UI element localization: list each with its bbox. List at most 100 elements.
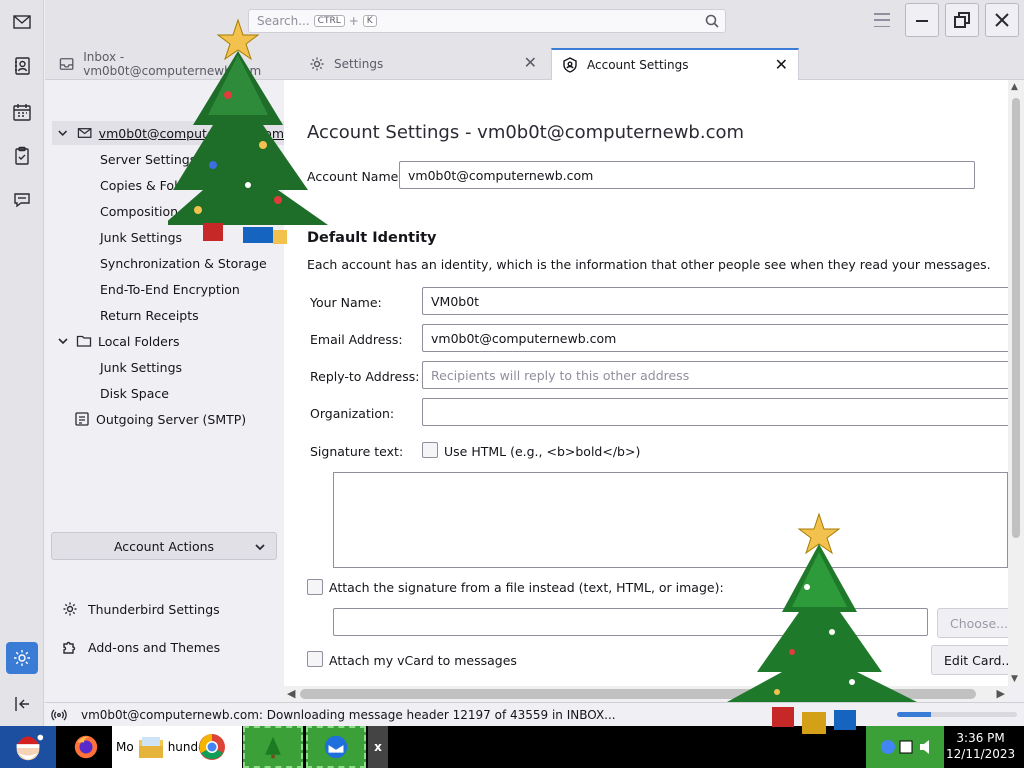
- default-identity-heading: Default Identity: [307, 230, 437, 246]
- search-icon: [705, 14, 719, 28]
- thunderbird-settings-link[interactable]: Thunderbird Settings: [62, 601, 220, 617]
- use-html-label: Use HTML (e.g., <b>bold</b>): [444, 444, 641, 459]
- tree-item-label: Synchronization & Storage: [100, 255, 267, 271]
- organization-input[interactable]: [422, 398, 1008, 426]
- scroll-down-arrow-icon[interactable]: ▼: [1011, 674, 1018, 684]
- scroll-left-arrow-icon[interactable]: ◀: [287, 687, 295, 700]
- attach-vcard-checkbox[interactable]: [307, 651, 323, 667]
- tree-item-return-receipts[interactable]: Return Receipts: [100, 303, 199, 327]
- tree-icon: [265, 736, 281, 759]
- close-tab-icon[interactable]: ✕: [524, 55, 537, 71]
- horizontal-scrollbar[interactable]: ◀ ▶: [284, 686, 1008, 702]
- taskbar: Mo hunde x 3:36 PM 12/11/2023: [0, 726, 1024, 768]
- scroll-up-arrow-icon[interactable]: ▲: [1011, 82, 1018, 92]
- app-menu-icon[interactable]: [874, 13, 890, 27]
- organization-label: Organization:: [310, 406, 395, 421]
- scroll-right-arrow-icon[interactable]: ▶: [997, 687, 1005, 700]
- tree-item-server-settings[interactable]: Server Settings: [100, 147, 196, 171]
- tree-item-smtp[interactable]: Outgoing Server (SMTP): [74, 407, 246, 431]
- tray-icons: [881, 740, 929, 754]
- tree-item-account[interactable]: vm0b0t@computernewb.com: [52, 121, 284, 145]
- puzzle-icon: [63, 641, 76, 654]
- identity-description: Each account has an identity, which is t…: [307, 257, 991, 272]
- tree-item-junk-settings[interactable]: Junk Settings: [100, 225, 182, 249]
- download-progress-bar: [897, 712, 1017, 717]
- your-name-input[interactable]: VM0b0t: [422, 287, 1008, 315]
- spaces-toolbar: [0, 0, 44, 726]
- shortcut-plus: +: [348, 14, 359, 28]
- account-actions-button[interactable]: Account Actions: [51, 532, 277, 560]
- mail-icon[interactable]: [6, 6, 38, 38]
- start-button[interactable]: [0, 726, 56, 768]
- minimize-icon: [916, 20, 928, 22]
- tree-item-e2e-encryption[interactable]: End-To-End Encryption: [100, 277, 240, 301]
- scroll-thumb[interactable]: [300, 689, 976, 699]
- use-html-checkbox[interactable]: [422, 442, 438, 458]
- tree-item-local-junk[interactable]: Junk Settings: [100, 355, 182, 379]
- close-tab-icon[interactable]: ✕: [775, 57, 788, 73]
- chevron-down-icon[interactable]: [56, 126, 69, 140]
- santa-start-icon: [16, 734, 44, 761]
- signature-textarea[interactable]: [333, 472, 1008, 568]
- account-name-input[interactable]: vm0b0t@computernewb.com: [399, 161, 975, 189]
- status-text: vm0b0t@computernewb.com: Downloading mes…: [81, 707, 616, 722]
- chat-icon[interactable]: [6, 184, 38, 216]
- chevron-down-icon[interactable]: [56, 334, 70, 348]
- settings-icon[interactable]: [6, 642, 38, 674]
- folder-icon: [76, 335, 92, 347]
- thunderbird-icon: [324, 735, 348, 759]
- tree-item-label: Disk Space: [100, 385, 169, 401]
- tab-settings[interactable]: Settings ✕: [299, 48, 547, 80]
- close-window-button[interactable]: [985, 3, 1019, 37]
- tree-item-composition[interactable]: Composition & Addressing: [100, 199, 265, 223]
- tree-item-label: Local Folders: [98, 333, 180, 349]
- account-settings-icon: [563, 57, 577, 73]
- tab-label: Inbox - vm0b0t@computernewb.com: [83, 50, 262, 78]
- signature-file-path-input[interactable]: [333, 608, 928, 636]
- reply-to-input[interactable]: Recipients will reply to this other addr…: [422, 361, 1008, 389]
- account-tree: vm0b0t@computernewb.com Server Settings …: [45, 80, 284, 702]
- tree-item-local-folders[interactable]: Local Folders: [56, 329, 180, 353]
- tasks-icon[interactable]: [6, 140, 38, 172]
- tab-inbox[interactable]: Inbox - vm0b0t@computernewb.com: [49, 48, 295, 80]
- close-icon: [995, 13, 1009, 27]
- minimize-button[interactable]: [905, 3, 939, 37]
- vertical-scrollbar[interactable]: ▲ ▼: [1008, 80, 1024, 686]
- taskbar-clock[interactable]: 3:36 PM 12/11/2023: [946, 730, 1015, 762]
- tree-item-disk-space[interactable]: Disk Space: [100, 381, 169, 405]
- tree-item-label: Composition & Addressing: [100, 203, 265, 219]
- account-name: vm0b0t@computernewb.com: [98, 125, 284, 141]
- close-taskbar-button[interactable]: x: [368, 726, 388, 768]
- tree-item-label: Copies & Folders: [100, 177, 205, 193]
- tree-item-label: Junk Settings: [100, 229, 183, 245]
- scroll-thumb[interactable]: [1012, 98, 1020, 538]
- tree-item-copies-folders[interactable]: Copies & Folders: [100, 173, 205, 197]
- thunderbird-app-taskbar-button[interactable]: [306, 726, 366, 768]
- chrome-taskbar-icon[interactable]: [190, 726, 234, 768]
- choose-file-button[interactable]: Choose...: [937, 608, 1008, 638]
- tree-item-sync-storage[interactable]: Synchronization & Storage: [100, 251, 267, 275]
- search-placeholder: Search...: [257, 14, 310, 28]
- firefox-taskbar-icon[interactable]: [64, 726, 108, 768]
- taskbar-label: Mo: [116, 740, 134, 754]
- system-tray[interactable]: [866, 726, 944, 768]
- tree-item-label: Server Settings: [100, 151, 197, 167]
- shortcut-key-k: K: [362, 15, 377, 27]
- calendar-icon[interactable]: [6, 96, 38, 128]
- status-bar: vm0b0t@computernewb.com: Downloading mes…: [45, 702, 1024, 726]
- thunderbird-settings-label: Thunderbird Settings: [88, 601, 220, 617]
- global-search-input[interactable]: Search... CTRL + K: [248, 9, 726, 33]
- xmas-tree-taskbar-button[interactable]: [243, 726, 303, 768]
- restore-button[interactable]: [945, 3, 979, 37]
- collapse-icon[interactable]: [6, 688, 38, 720]
- addons-themes-label: Add-ons and Themes: [88, 639, 221, 655]
- shortcut-key-ctrl: CTRL: [313, 15, 345, 27]
- address-book-icon[interactable]: [6, 50, 38, 82]
- tab-account-settings[interactable]: Account Settings ✕: [551, 48, 799, 80]
- email-address-input[interactable]: vm0b0t@computernewb.com: [422, 324, 1008, 352]
- addons-themes-link[interactable]: Add-ons and Themes: [62, 639, 220, 655]
- attach-signature-file-checkbox[interactable]: [307, 579, 323, 595]
- account-settings-pane: Account Settings - vm0b0t@computernewb.c…: [284, 80, 1008, 686]
- edit-card-button[interactable]: Edit Card...: [931, 645, 1008, 675]
- account-actions-label: Account Actions: [113, 538, 215, 554]
